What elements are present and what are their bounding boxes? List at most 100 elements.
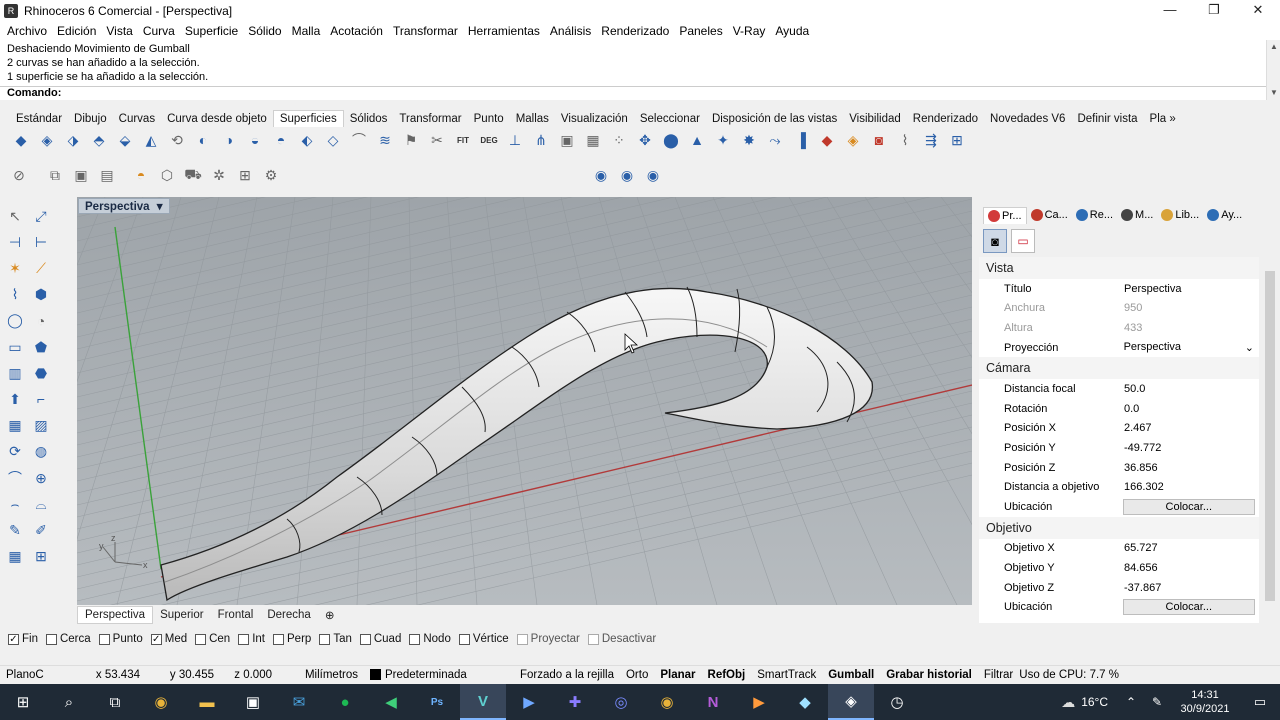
menu-item[interactable]: Malla xyxy=(288,24,325,38)
prop-value[interactable]: Perspectiva xyxy=(1124,283,1259,295)
viewport-tab[interactable]: Frontal xyxy=(211,607,261,623)
notifications-icon[interactable]: ▭ xyxy=(1240,684,1280,720)
chrome-profile-icon[interactable]: ◉ xyxy=(644,684,690,720)
prop-row-proyeccion[interactable]: Proyección Perspectiva ⌄ xyxy=(979,338,1259,358)
toolbar-tab[interactable]: Pla » xyxy=(1144,111,1182,127)
section-objetivo[interactable]: Objetivo xyxy=(979,516,1259,539)
grid-pattern-icon[interactable]: ▦ xyxy=(4,546,26,568)
surface-from-points-icon[interactable]: ◆ xyxy=(10,129,32,151)
gumball-scale-icon[interactable]: ◉ xyxy=(642,164,664,186)
untrim-icon[interactable]: ⚑ xyxy=(400,129,422,151)
checkbox[interactable] xyxy=(409,633,421,645)
sphere-icon[interactable]: ✦ xyxy=(712,129,734,151)
edit-points-icon[interactable]: ⁘ xyxy=(608,129,630,151)
scroll-up-icon[interactable]: ▲ xyxy=(1267,40,1280,54)
property-row[interactable]: Objetivo X 65.727 xyxy=(979,539,1259,559)
ortho-toggle[interactable]: Orto xyxy=(620,669,654,681)
viewport-tab[interactable]: Derecha xyxy=(260,607,317,623)
toolbar-tab[interactable]: Curva desde objeto xyxy=(161,111,273,127)
circle-icon[interactable]: ◯ xyxy=(4,310,26,332)
toolbar-tab[interactable]: Superficies xyxy=(272,110,344,127)
checkbox[interactable] xyxy=(458,633,470,645)
prop-value[interactable]: 2.467 xyxy=(1124,422,1259,434)
osnap-perp[interactable]: Perp xyxy=(273,633,311,645)
blend-surface-icon[interactable]: ⬖ xyxy=(296,129,318,151)
line-icon[interactable]: ⟋ xyxy=(30,257,52,279)
curvature-icon[interactable]: ⌇ xyxy=(894,129,916,151)
extrude-surface-icon[interactable]: ⬗ xyxy=(62,129,84,151)
planar-toggle[interactable]: Planar xyxy=(654,669,701,681)
spotify-icon[interactable]: ● xyxy=(322,684,368,720)
toolbar-tab[interactable]: Seleccionar xyxy=(634,111,706,127)
degree-icon[interactable]: DEG xyxy=(478,129,500,151)
bend-icon[interactable]: ▐ xyxy=(790,129,812,151)
teams-icon[interactable]: ✚ xyxy=(552,684,598,720)
place-camera-button[interactable]: Colocar... xyxy=(1122,498,1255,515)
pencil-icon[interactable]: ✐ xyxy=(30,519,52,541)
panel-icon[interactable]: ▤ xyxy=(96,164,118,186)
property-row[interactable]: Posición Y -49.772 xyxy=(979,438,1259,458)
cylinder-icon[interactable]: ⬤ xyxy=(660,129,682,151)
section-vista[interactable]: Vista xyxy=(979,257,1259,279)
search-icon[interactable]: ⌕ xyxy=(46,684,92,720)
extrude-icon[interactable]: ⬆ xyxy=(4,388,26,410)
move-icon[interactable]: ⊣ xyxy=(4,231,26,253)
sweep2-icon[interactable]: ◭ xyxy=(140,129,162,151)
solid-icon[interactable]: ⬣ xyxy=(30,362,52,384)
panel-tab[interactable]: Ca... xyxy=(1027,207,1072,223)
menu-item[interactable]: Edición xyxy=(53,24,100,38)
surface-icon[interactable]: ▥ xyxy=(4,362,26,384)
prop-value[interactable]: 50.0 xyxy=(1124,383,1259,395)
checkbox[interactable] xyxy=(319,633,331,645)
menu-item[interactable]: V-Ray xyxy=(729,24,770,38)
toolbar-tab[interactable]: Curvas xyxy=(113,111,161,127)
box-icon[interactable]: ▣ xyxy=(70,164,92,186)
checkbox[interactable] xyxy=(238,633,250,645)
zebra-analysis-icon[interactable]: ◙ xyxy=(868,129,890,151)
property-row[interactable]: Rotación 0.0 xyxy=(979,399,1259,419)
checkbox[interactable] xyxy=(273,633,285,645)
prop-value[interactable]: 84.656 xyxy=(1124,562,1259,574)
explode-icon[interactable]: ✸ xyxy=(738,129,760,151)
weather-widget[interactable]: ☁ 16°C xyxy=(1061,694,1108,711)
layer-indicator[interactable]: Predeterminada xyxy=(364,669,514,681)
viewport-frame-icon[interactable]: ▭ xyxy=(1011,229,1035,253)
panel-tab[interactable]: Lib... xyxy=(1157,207,1203,223)
analyze-icon[interactable]: ✥ xyxy=(634,129,656,151)
viewport-tab[interactable]: Perspectiva xyxy=(77,606,154,624)
checkbox[interactable] xyxy=(359,633,371,645)
projection-dropdown[interactable]: Perspectiva ⌄ xyxy=(1123,340,1255,355)
draft-icon[interactable]: ⇶ xyxy=(920,129,942,151)
units-label[interactable]: Milímetros xyxy=(278,669,364,681)
osnap-fin[interactable]: ✓ Fin xyxy=(8,633,38,645)
property-row[interactable]: Posición Z 36.856 xyxy=(979,458,1259,478)
loft-icon[interactable]: ⬘ xyxy=(88,129,110,151)
camera-icon[interactable]: ◙ xyxy=(983,229,1007,253)
toolbar-tab[interactable]: Renderizado xyxy=(907,111,984,127)
perspective-viewport[interactable]: z y x xyxy=(77,197,972,605)
gumball-toggle[interactable]: Gumball xyxy=(822,669,880,681)
pts-off-icon[interactable]: ▦ xyxy=(582,129,604,151)
property-row[interactable]: Objetivo Y 84.656 xyxy=(979,558,1259,578)
fillet-surface-icon[interactable]: ⌒ xyxy=(348,129,370,151)
cplane-label[interactable]: PlanoC xyxy=(0,669,60,681)
section-camara[interactable]: Cámara xyxy=(979,357,1259,380)
panel-scrollbar[interactable] xyxy=(1262,257,1278,623)
property-row[interactable]: Objetivo Z -37.867 xyxy=(979,578,1259,598)
rebuild-icon[interactable]: ⊥ xyxy=(504,129,526,151)
patch-icon[interactable]: ◑ xyxy=(218,129,240,151)
osnap-toggle[interactable]: RefObj xyxy=(702,669,752,681)
menu-item[interactable]: Ayuda xyxy=(771,24,813,38)
array-icon[interactable]: ⊞ xyxy=(30,546,52,568)
filter-toggle[interactable]: Filtrar xyxy=(978,669,1019,681)
control-points-icon[interactable]: ▣ xyxy=(556,129,578,151)
menu-item[interactable]: Análisis xyxy=(546,24,595,38)
property-row[interactable]: Título Perspectiva xyxy=(979,279,1259,299)
store-icon[interactable]: ▣ xyxy=(230,684,276,720)
discord-icon[interactable]: ◎ xyxy=(598,684,644,720)
osnap-vértice[interactable]: Vértice xyxy=(458,633,509,645)
ruled-icon[interactable]: ⌓ xyxy=(30,493,52,515)
file-explorer-icon[interactable]: ▬ xyxy=(184,684,230,720)
menu-item[interactable]: Sólido xyxy=(244,24,285,38)
osnap-punto[interactable]: Punto xyxy=(98,633,143,645)
